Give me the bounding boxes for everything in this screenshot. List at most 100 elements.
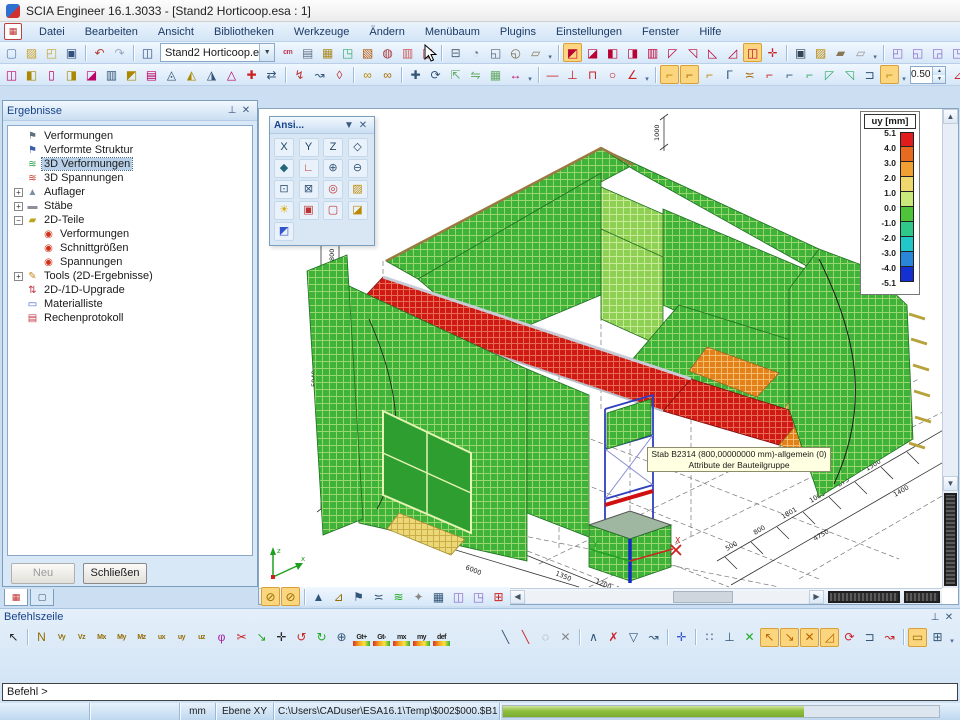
engineering-report-icon[interactable]: ◍: [378, 43, 397, 62]
fast-print-icon[interactable]: ▰: [831, 43, 850, 62]
view-axo-icon[interactable]: ◇: [348, 138, 368, 157]
volume-render-off-icon[interactable]: ⊘: [261, 587, 280, 606]
table-entry-icon[interactable]: ⊞: [928, 628, 947, 647]
viewport-vertical-scrollbar[interactable]: ▲ ▼: [942, 109, 958, 588]
menu-bearbeiten[interactable]: Bearbeiten: [76, 24, 147, 40]
add-point-icon[interactable]: ✛: [272, 628, 291, 647]
fast-print-2-icon[interactable]: ▱: [851, 43, 870, 62]
zoom-in-icon[interactable]: ⊕: [323, 159, 343, 178]
result-fi-icon[interactable]: φ: [212, 628, 231, 647]
result-mz-icon[interactable]: Mz: [132, 628, 151, 647]
rotate-ccw-icon[interactable]: ↺: [292, 628, 311, 647]
save-icon[interactable]: ▣: [62, 43, 81, 62]
diagram-none-icon[interactable]: Γ: [720, 65, 739, 84]
units-setup-icon[interactable]: cm: [278, 43, 297, 62]
palette-close-icon[interactable]: ✕: [356, 118, 370, 132]
save-view-icon[interactable]: ▣: [299, 201, 319, 220]
scroll-down-icon[interactable]: ▼: [943, 476, 958, 491]
result-ux-icon[interactable]: ux: [152, 628, 171, 647]
clip-box-icon[interactable]: ◪: [348, 201, 368, 220]
tree-item-2d-1d-upgrade[interactable]: ⇅2D-/1D-Upgrade: [8, 283, 252, 297]
tree-item-supports[interactable]: +▲Auflager: [8, 185, 252, 199]
status-units[interactable]: mm: [180, 703, 216, 720]
menu-aendern[interactable]: Ändern: [360, 24, 413, 40]
close-button[interactable]: Schließen: [83, 563, 147, 584]
ucs-symbol-icon[interactable]: ∟: [299, 159, 319, 178]
toolbar-overflow-icon[interactable]: ▾: [526, 67, 534, 83]
perpendicular-tool-icon[interactable]: ⊥: [563, 65, 582, 84]
result-my-icon[interactable]: My: [112, 628, 131, 647]
project-browser-icon[interactable]: ◫: [138, 43, 157, 62]
polyline-edit-icon[interactable]: ↯: [290, 65, 309, 84]
rotate-icon[interactable]: ⟳: [426, 65, 445, 84]
diagram-extreme-icon[interactable]: ⌐: [760, 65, 779, 84]
direction-tool-icon[interactable]: ↘: [252, 628, 271, 647]
diagram-filled-icon[interactable]: ⌐: [680, 65, 699, 84]
palette-dropdown-icon[interactable]: ▼: [342, 118, 356, 132]
save-all-icon[interactable]: ◰: [42, 43, 61, 62]
pin-icon[interactable]: ⊥: [225, 104, 239, 118]
toolbar-overflow-icon[interactable]: ▾: [871, 45, 879, 61]
show-model-data-icon[interactable]: ≋: [389, 587, 408, 606]
check-structure-icon[interactable]: ◬: [162, 65, 181, 84]
menu-bibliotheken[interactable]: Bibliotheken: [205, 24, 283, 40]
snap-line-icon[interactable]: ╲: [496, 628, 515, 647]
cross-link-icon[interactable]: ◪: [82, 65, 101, 84]
recalculate-icon[interactable]: ⇄: [262, 65, 281, 84]
select-by-cursor-icon[interactable]: ◩: [563, 43, 582, 62]
document-icon[interactable]: ▥: [398, 43, 417, 62]
menu-fenster[interactable]: Fenster: [633, 24, 688, 40]
invert-selection-icon[interactable]: ◹: [683, 43, 702, 62]
rect-tool-icon[interactable]: ⊓: [583, 65, 602, 84]
snap-intersection-icon[interactable]: ✗: [604, 628, 623, 647]
zoom-all-icon[interactable]: ⊠: [299, 180, 319, 199]
previous-selection-icon[interactable]: ◺: [703, 43, 722, 62]
print-data-icon[interactable]: ▤: [298, 43, 317, 62]
diagram-hatched-icon[interactable]: ⌐: [700, 65, 719, 84]
explode-members-icon[interactable]: ✚: [242, 65, 261, 84]
align-beams-icon[interactable]: ▥: [102, 65, 121, 84]
collapse-icon[interactable]: −: [14, 216, 23, 225]
expand-icon[interactable]: +: [14, 202, 23, 211]
window-layout-1-icon[interactable]: ◰: [888, 43, 907, 62]
menu-plugins[interactable]: Plugins: [491, 24, 545, 40]
scale-spinner-1-up-icon[interactable]: ▲: [933, 67, 945, 75]
export-icon[interactable]: ◱: [486, 43, 505, 62]
scroll-right-icon[interactable]: ▶: [809, 590, 824, 604]
dock-tab-results[interactable]: ▦: [4, 589, 28, 606]
result-gt-minus-icon[interactable]: Gt-: [372, 628, 391, 647]
show-supports-icon[interactable]: ▲: [309, 587, 328, 606]
menu-datei[interactable]: Datei: [30, 24, 74, 40]
connect-members-icon[interactable]: ◩: [122, 65, 141, 84]
notes-icon[interactable]: ▱: [526, 43, 545, 62]
tree-item-calculation-report[interactable]: ▤Rechenprotokoll: [8, 311, 252, 325]
snap-orthogonal-icon[interactable]: ↘: [780, 628, 799, 647]
undo-icon[interactable]: ↶: [90, 43, 109, 62]
snap-circle-icon[interactable]: ◌: [536, 628, 555, 647]
toolbar-overflow-icon[interactable]: ▾: [900, 67, 908, 83]
menu-einstellungen[interactable]: Einstellungen: [547, 24, 631, 40]
dock-tab-properties[interactable]: ▢: [30, 589, 54, 606]
fast-adjust-icon[interactable]: ⊞: [489, 587, 508, 606]
view-perspective-icon[interactable]: ◆: [274, 159, 294, 178]
cut-tool-icon[interactable]: ✂: [232, 628, 251, 647]
snap-midpoint-icon[interactable]: ▽: [624, 628, 643, 647]
send-icon[interactable]: ◵: [506, 43, 525, 62]
result-vz-icon[interactable]: Vz: [72, 628, 91, 647]
menu-ansicht[interactable]: Ansicht: [149, 24, 203, 40]
surface-edit-icon[interactable]: ◊: [330, 65, 349, 84]
picture-gallery-icon[interactable]: ▦: [318, 43, 337, 62]
beam-split-icon[interactable]: ▯: [42, 65, 61, 84]
view-y-icon[interactable]: Y: [299, 138, 319, 157]
toolbar-overflow-icon[interactable]: ▾: [948, 629, 956, 645]
show-results-icon[interactable]: ◫: [449, 587, 468, 606]
align-nodes-icon[interactable]: ◮: [202, 65, 221, 84]
snap-endpoint-icon[interactable]: ∧: [584, 628, 603, 647]
cursor-snap-settings-icon[interactable]: ✛: [672, 628, 691, 647]
scroll-left-icon[interactable]: ◀: [510, 590, 525, 604]
dot-grid-icon[interactable]: ∷: [700, 628, 719, 647]
stretch-icon[interactable]: ↔: [506, 65, 525, 84]
rotate-cw-icon[interactable]: ↻: [312, 628, 331, 647]
result-gt-plus-icon[interactable]: Gt+: [352, 628, 371, 647]
snap-nearest-icon[interactable]: ↖: [760, 628, 779, 647]
